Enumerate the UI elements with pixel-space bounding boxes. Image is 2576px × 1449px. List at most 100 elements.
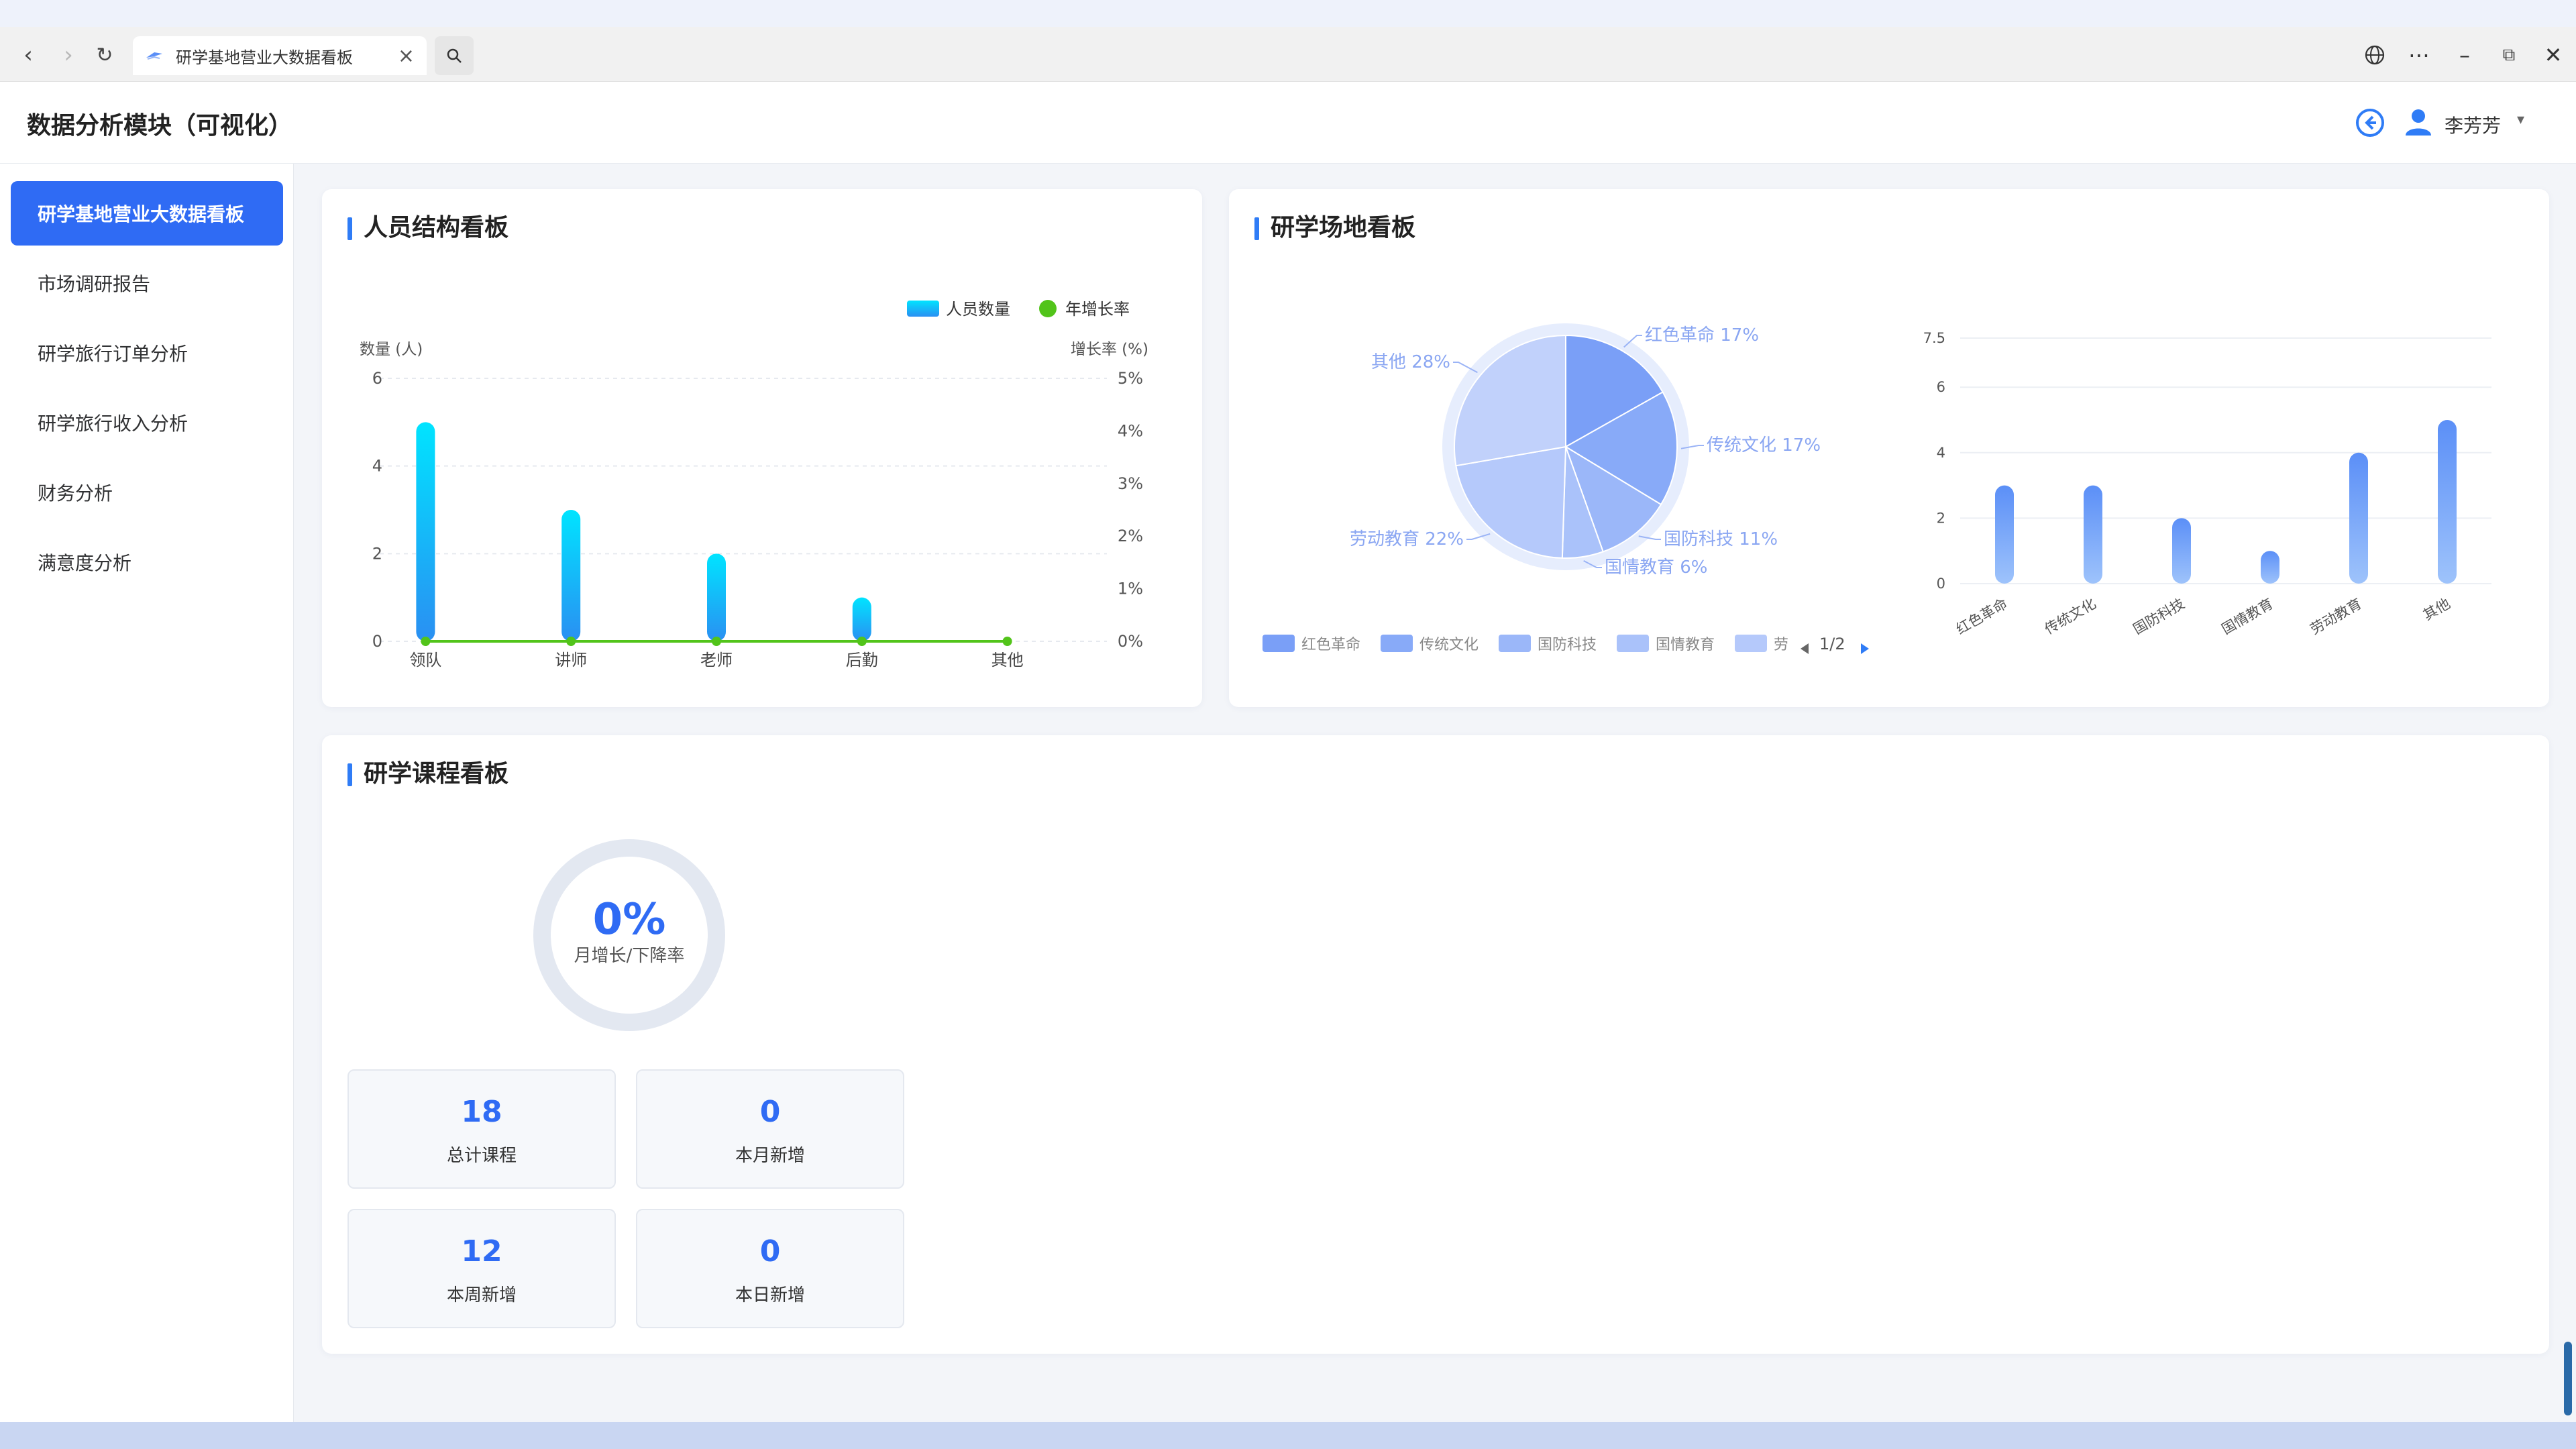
- close-tab-icon[interactable]: ×: [398, 44, 415, 68]
- stat-value: 0: [759, 1095, 781, 1129]
- sidebar-item-finance-analysis[interactable]: 财务分析: [11, 460, 283, 525]
- legend-swatch[interactable]: [1735, 635, 1767, 652]
- browser-tab[interactable]: 研学基地营业大数据看板 ×: [133, 36, 427, 75]
- growth-ring: 0% 月增长/下降率: [529, 835, 730, 1036]
- more-dots-icon: ⋯: [2408, 42, 2430, 68]
- venue-chart: 红色革命 17% 传统文化 17% 国防科技 11% 国情教育 6% 劳动教育 22% 其…: [1263, 323, 2491, 654]
- legend-swatch[interactable]: [1617, 635, 1649, 652]
- stat-label: 本月新增: [735, 1146, 805, 1166]
- user-avatar-icon[interactable]: [2403, 106, 2434, 137]
- sidebar-item-dashboard[interactable]: 研学基地营业大数据看板: [11, 181, 283, 246]
- bar-老师[interactable]: [707, 553, 726, 641]
- bar-传统文化[interactable]: [2084, 485, 2102, 584]
- bar-红色革命[interactable]: [1995, 485, 2014, 584]
- legend-label: 传统文化: [1419, 637, 1479, 653]
- user-name[interactable]: 李芳芳: [2445, 111, 2501, 138]
- y2-axis-title: 增长率 (%): [1071, 341, 1148, 358]
- y-axis-title: 数量 (人): [360, 341, 423, 358]
- stat-total-courses: 18 总计课程: [347, 1069, 616, 1189]
- legend-page: 1/2: [1819, 635, 1845, 653]
- close-window-button[interactable]: ✕: [2537, 39, 2569, 71]
- legend-swatch-growth[interactable]: [1039, 300, 1057, 317]
- legend-swatch[interactable]: [1499, 635, 1531, 652]
- legend-swatch[interactable]: [1381, 635, 1413, 652]
- growth-rate-label: 月增长/下降率: [574, 946, 685, 966]
- site-favicon-icon: [146, 52, 162, 60]
- legend-next-icon[interactable]: [1861, 643, 1869, 654]
- stat-value: 18: [461, 1095, 502, 1129]
- pie-label-劳动教育: 劳动教育 22%: [1350, 529, 1464, 549]
- forward-button[interactable]: ›: [54, 40, 83, 70]
- course-card-title: 研学课程看板: [347, 761, 508, 788]
- sidebar-item-label: 满意度分析: [38, 552, 132, 574]
- y-tick-label: 6: [1937, 379, 1945, 395]
- bar-后勤[interactable]: [852, 597, 871, 641]
- bar-领队[interactable]: [416, 422, 435, 641]
- stat-label: 本周新增: [446, 1285, 517, 1305]
- globe-button[interactable]: [2359, 39, 2391, 71]
- reload-button[interactable]: ↻: [90, 40, 119, 70]
- legend-swatch[interactable]: [1263, 635, 1295, 652]
- stat-week-new: 12 本周新增: [347, 1209, 616, 1328]
- bar-国防科技[interactable]: [2172, 518, 2191, 584]
- stat-value: 12: [461, 1234, 502, 1269]
- back-button[interactable]: ‹: [13, 40, 43, 70]
- legend-label: 劳: [1774, 637, 1788, 653]
- page-title: 数据分析模块（可视化）: [27, 112, 293, 140]
- sidebar-item-market-report[interactable]: 市场调研报告: [11, 251, 283, 315]
- sidebar-item-satisfaction-analysis[interactable]: 满意度分析: [11, 530, 283, 594]
- personnel-card: 人员结构看板 人员数量 年增长率 数量 (人) 增长率 (%) 0 2 4 6 0% 1% 2% 3%…: [322, 189, 1202, 707]
- chevron-down-icon[interactable]: ▾: [2517, 111, 2524, 128]
- minimize-button[interactable]: –: [2449, 39, 2481, 71]
- x-tick-label: 劳动教育: [2308, 596, 2365, 638]
- sidebar-item-income-analysis[interactable]: 研学旅行收入分析: [11, 390, 283, 455]
- bar-国情教育[interactable]: [2261, 551, 2279, 584]
- search-icon: [447, 48, 462, 63]
- close-icon: ✕: [2544, 42, 2563, 68]
- growth-point[interactable]: [1002, 637, 1012, 646]
- restore-button[interactable]: ⧉: [2493, 39, 2525, 71]
- growth-point[interactable]: [566, 637, 576, 646]
- legend-label-growth: 年增长率: [1065, 300, 1130, 319]
- vertical-scrollbar[interactable]: [2564, 1342, 2572, 1415]
- y2-tick-label: 2%: [1118, 527, 1143, 545]
- x-tick-label: 其他: [2420, 596, 2453, 624]
- legend-label: 国情教育: [1656, 637, 1715, 653]
- venue-card: 研学场地看板 红色革命 17% 传统文化 17% 国防科技 11% 国情教育 6% 劳动…: [1229, 189, 2549, 707]
- y2-tick-label: 5%: [1118, 369, 1143, 388]
- bar-讲师[interactable]: [561, 510, 581, 641]
- sidebar-item-label: 研学基地营业大数据看板: [38, 203, 245, 225]
- sidebar-item-label: 研学旅行收入分析: [38, 413, 189, 435]
- stat-label: 总计课程: [446, 1146, 517, 1166]
- pie-label-其他: 其他 28%: [1371, 352, 1450, 372]
- legend-label: 红色革命: [1301, 637, 1360, 653]
- bar-劳动教育[interactable]: [2349, 452, 2368, 584]
- y2-tick-label: 1%: [1118, 580, 1143, 598]
- x-tick-label: 国情教育: [2219, 596, 2276, 638]
- arrow-right-icon: ›: [64, 42, 73, 68]
- x-tick-label: 后勤: [846, 651, 878, 669]
- more-menu-button[interactable]: ⋯: [2403, 39, 2435, 71]
- growth-point[interactable]: [421, 637, 431, 646]
- reload-icon: ↻: [96, 43, 113, 67]
- tab-search-button[interactable]: [435, 36, 474, 75]
- y-tick-label: 0: [1937, 576, 1945, 592]
- exit-arrow-icon[interactable]: [2355, 107, 2385, 138]
- sidebar-item-label: 研学旅行订单分析: [38, 343, 189, 365]
- growth-point[interactable]: [712, 637, 721, 646]
- legend-swatch-count[interactable]: [907, 301, 939, 317]
- x-tick-label: 领队: [409, 651, 441, 669]
- x-tick-label: 其他: [991, 651, 1024, 669]
- y-tick-label: 7.5: [1923, 330, 1945, 346]
- legend-prev-icon[interactable]: [1801, 643, 1809, 654]
- y-tick-label: 0: [372, 632, 382, 651]
- stat-month-new: 0 本月新增: [636, 1069, 904, 1189]
- y-tick-label: 6: [372, 369, 382, 388]
- sidebar-item-order-analysis[interactable]: 研学旅行订单分析: [11, 321, 283, 385]
- y2-tick-label: 0%: [1118, 632, 1143, 651]
- pie-slice-其他[interactable]: [1454, 334, 1566, 467]
- pie-label-传统文化: 传统文化 17%: [1707, 435, 1821, 455]
- bar-其他[interactable]: [2438, 420, 2457, 584]
- x-tick-label: 讲师: [555, 651, 587, 669]
- growth-point[interactable]: [857, 637, 867, 646]
